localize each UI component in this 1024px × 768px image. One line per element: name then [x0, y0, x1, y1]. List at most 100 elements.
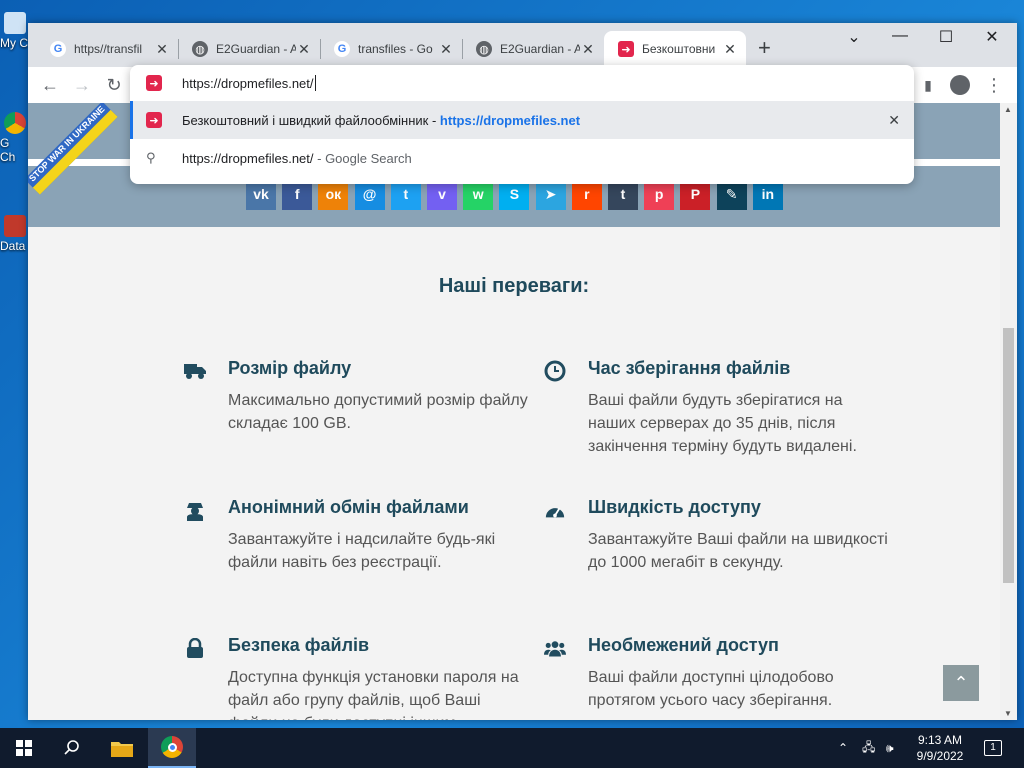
back-button[interactable]: ←: [38, 73, 62, 97]
page-scrollbar[interactable]: ▲ ▼: [1000, 103, 1017, 720]
computer-icon: [4, 12, 26, 34]
folder-icon: [111, 742, 133, 757]
feature-text: Завантажуйте Ваші файли на швидкості до …: [588, 531, 888, 571]
feature-file-size: Розмір файлу Максимально допустимий розм…: [184, 358, 528, 435]
suggestion-url: https://dropmefiles.net: [439, 112, 581, 128]
data-icon: [4, 215, 26, 237]
dropmefiles-icon: ➜: [146, 112, 162, 128]
desktop-icon-label: G Ch: [0, 136, 16, 164]
feature-title: Необмежений доступ: [588, 635, 779, 655]
globe-icon: ◍: [476, 41, 492, 57]
desktop-icon-chrome[interactable]: G Ch: [0, 112, 30, 164]
lock-icon: [184, 637, 206, 659]
file-explorer-button[interactable]: [98, 728, 146, 768]
chrome-taskbar-button[interactable]: [148, 728, 196, 768]
chrome-icon: [161, 736, 183, 758]
suggestion-text: https://dropmefiles.net/ - Google Search: [182, 150, 412, 166]
profile-icon[interactable]: [948, 73, 972, 97]
close-icon[interactable]: ✕: [296, 41, 312, 58]
feature-security: Безпека файлів Доступна функція установк…: [187, 635, 528, 720]
feature-storage-time: Час зберігання файлів Ваші файли будуть …: [544, 358, 888, 458]
feature-text: Ваші файли будуть зберігатися на наших с…: [588, 392, 857, 455]
scroll-up-arrow-icon[interactable]: ▲: [1004, 105, 1012, 114]
suggestion-item[interactable]: ⚲ https://dropmefiles.net/ - Google Sear…: [130, 139, 914, 177]
tab-dropmefiles[interactable]: ➜ Безкоштовни ✕: [604, 31, 746, 67]
feature-anonymous: Анонімний обмін файлами Завантажуйте і н…: [187, 497, 528, 574]
tab-title: https//transfil: [74, 42, 143, 56]
omnibox-input-row[interactable]: ➜ https://dropmefiles.net/: [130, 65, 914, 101]
spy-icon: [184, 499, 206, 521]
search-icon: [64, 740, 79, 755]
menu-icon[interactable]: ⋮: [982, 73, 1006, 97]
google-icon: G: [50, 41, 66, 57]
remove-suggestion-icon[interactable]: ✕: [888, 112, 900, 129]
feature-title: Безпека файлів: [228, 635, 370, 655]
tab-transfiles-google[interactable]: G transfiles - Go ✕: [320, 31, 462, 67]
search-button[interactable]: [48, 728, 96, 768]
desktop-icon-label: My C: [0, 36, 28, 50]
network-icon[interactable]: 🖧: [862, 728, 875, 768]
tab-title: Безкоштовни: [642, 42, 716, 56]
desktop-icon-label: Data: [0, 239, 26, 253]
windows-icon: [16, 740, 32, 756]
tab-title: transfiles - Go: [358, 42, 433, 56]
feature-title: Швидкість доступу: [588, 497, 761, 517]
feature-title: Час зберігання файлів: [588, 358, 791, 378]
notification-icon: 1: [984, 740, 1002, 756]
notifications-button[interactable]: 1: [984, 728, 1002, 768]
feature-title: Анонімний обмін файлами: [228, 497, 469, 517]
feature-text: Максимально допустимий розмір файлу скла…: [228, 392, 528, 432]
feature-text: Ваші файли доступні цілодобово протягом …: [588, 669, 834, 709]
search-icon: ⚲: [146, 150, 156, 165]
forward-button[interactable]: →: [70, 73, 94, 97]
close-window-button[interactable]: ✕: [969, 27, 1015, 47]
maximize-button[interactable]: ☐: [923, 27, 969, 47]
feature-speed: Швидкість доступу Завантажуйте Ваші файл…: [545, 497, 888, 574]
omnibox-dropdown: ➜ https://dropmefiles.net/ ➜ Безкоштовни…: [130, 65, 914, 184]
start-button[interactable]: [0, 728, 48, 768]
suggestion-item[interactable]: ➜ Безкоштовний і швидкий файлообмінник -…: [130, 101, 914, 139]
clock-icon: [544, 360, 566, 382]
tab-strip: G https//transfil ✕ ◍ E2Guardian - A ✕ G…: [28, 23, 1017, 67]
taskbar: ⌃ 🖧 🕪 9:13 AM 9/9/2022 1: [0, 728, 1024, 768]
close-icon[interactable]: ✕: [722, 41, 738, 58]
feature-unlimited-access: Необмежений доступ Ваші файли доступні ц…: [544, 635, 888, 712]
feature-text: Завантажуйте і надсилайте будь-які файли…: [228, 531, 496, 571]
tab-title: E2Guardian - A: [216, 42, 296, 56]
clock-time: 9:13 AM: [917, 733, 963, 747]
side-panel-icon[interactable]: ▮: [916, 73, 940, 97]
reload-button[interactable]: ↻: [102, 73, 126, 97]
close-icon[interactable]: ✕: [154, 41, 170, 58]
feature-text: Доступна функція установки пароля на фай…: [228, 669, 519, 720]
page-content: STOP WAR IN UKRAINE vk f ок @ t v w S ➤ r t p P ✎ in Н…: [28, 103, 1000, 720]
address-input[interactable]: https://dropmefiles.net/: [182, 76, 314, 91]
tab-e2guardian-2[interactable]: ◍ E2Guardian - A ✕: [462, 31, 604, 67]
truck-icon: [184, 360, 206, 382]
desktop-icon-data[interactable]: Data: [0, 215, 30, 253]
browser-window: G https//transfil ✕ ◍ E2Guardian - A ✕ G…: [28, 23, 1017, 720]
show-hidden-icons-button[interactable]: ⌃: [838, 728, 848, 768]
suggestion-text: Безкоштовний і швидкий файлообмінник - h…: [182, 112, 581, 128]
scroll-to-top-button[interactable]: ⌃: [943, 665, 979, 701]
tab-transfiles-search[interactable]: G https//transfil ✕: [36, 31, 178, 67]
clock[interactable]: 9:13 AM 9/9/2022: [905, 732, 975, 764]
close-icon[interactable]: ✕: [438, 41, 454, 58]
dropmefiles-icon: ➜: [146, 75, 162, 91]
chrome-icon: [4, 112, 26, 134]
users-icon: [544, 637, 566, 659]
new-tab-button[interactable]: +: [758, 37, 771, 59]
dropmefiles-icon: ➜: [618, 41, 634, 57]
volume-icon[interactable]: 🕪: [886, 728, 894, 768]
scroll-down-arrow-icon[interactable]: ▼: [1004, 709, 1012, 718]
desktop-icon-my-computer[interactable]: My C: [0, 12, 30, 50]
tab-e2guardian-1[interactable]: ◍ E2Guardian - A ✕: [178, 31, 320, 67]
google-icon: G: [334, 41, 350, 57]
speedometer-icon: [544, 499, 566, 521]
globe-icon: ◍: [192, 41, 208, 57]
close-icon[interactable]: ✕: [580, 41, 596, 58]
minimize-button[interactable]: —: [877, 27, 923, 45]
section-title: Наші переваги:: [438, 275, 590, 297]
tab-search-button[interactable]: ⌄: [831, 27, 877, 47]
scrollbar-thumb[interactable]: [1003, 328, 1014, 583]
clock-date: 9/9/2022: [916, 749, 964, 763]
